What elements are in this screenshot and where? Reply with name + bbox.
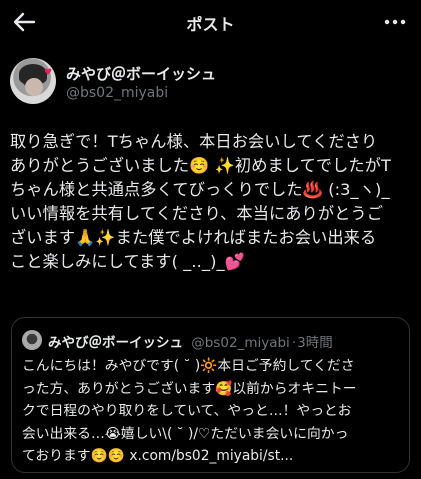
top-bar: ポスト <box>0 0 421 44</box>
quoted-separator: · <box>291 335 297 351</box>
quoted-handle[interactable]: @bs02_miyabi <box>191 335 290 351</box>
quoted-time: 3時間 <box>297 335 333 351</box>
avatar[interactable]: ♥ <box>10 58 56 104</box>
more-options-button[interactable] <box>381 9 409 35</box>
more-horizontal-icon <box>384 19 406 25</box>
author-display-name[interactable]: みやび＠ボーイッシュ <box>66 63 216 84</box>
quoted-avatar[interactable] <box>22 330 42 350</box>
quoted-post-card[interactable]: みやび＠ボーイッシュ @bs02_miyabi ·3時間 こんにちは！みやびです(… <box>11 317 410 473</box>
post-text: 取り急ぎで！Tちゃん様、本日お会いしてくださり ありがとうございました☺️ ✨初… <box>10 132 392 271</box>
author-handle[interactable]: @bs02_miyabi <box>66 85 168 101</box>
quoted-post-header: みやび＠ボーイッシュ @bs02_miyabi ·3時間 <box>48 331 333 351</box>
quoted-post-text: こんにちは！みやびです( ˘ )🔆本日ご予約してくださ った方、ありがとうござい… <box>22 358 357 464</box>
page-title: ポスト <box>186 15 235 34</box>
avatar-face <box>25 78 43 96</box>
quoted-display-name[interactable]: みやび＠ボーイッシュ <box>48 335 183 351</box>
heart-icon: ♥ <box>44 68 53 78</box>
